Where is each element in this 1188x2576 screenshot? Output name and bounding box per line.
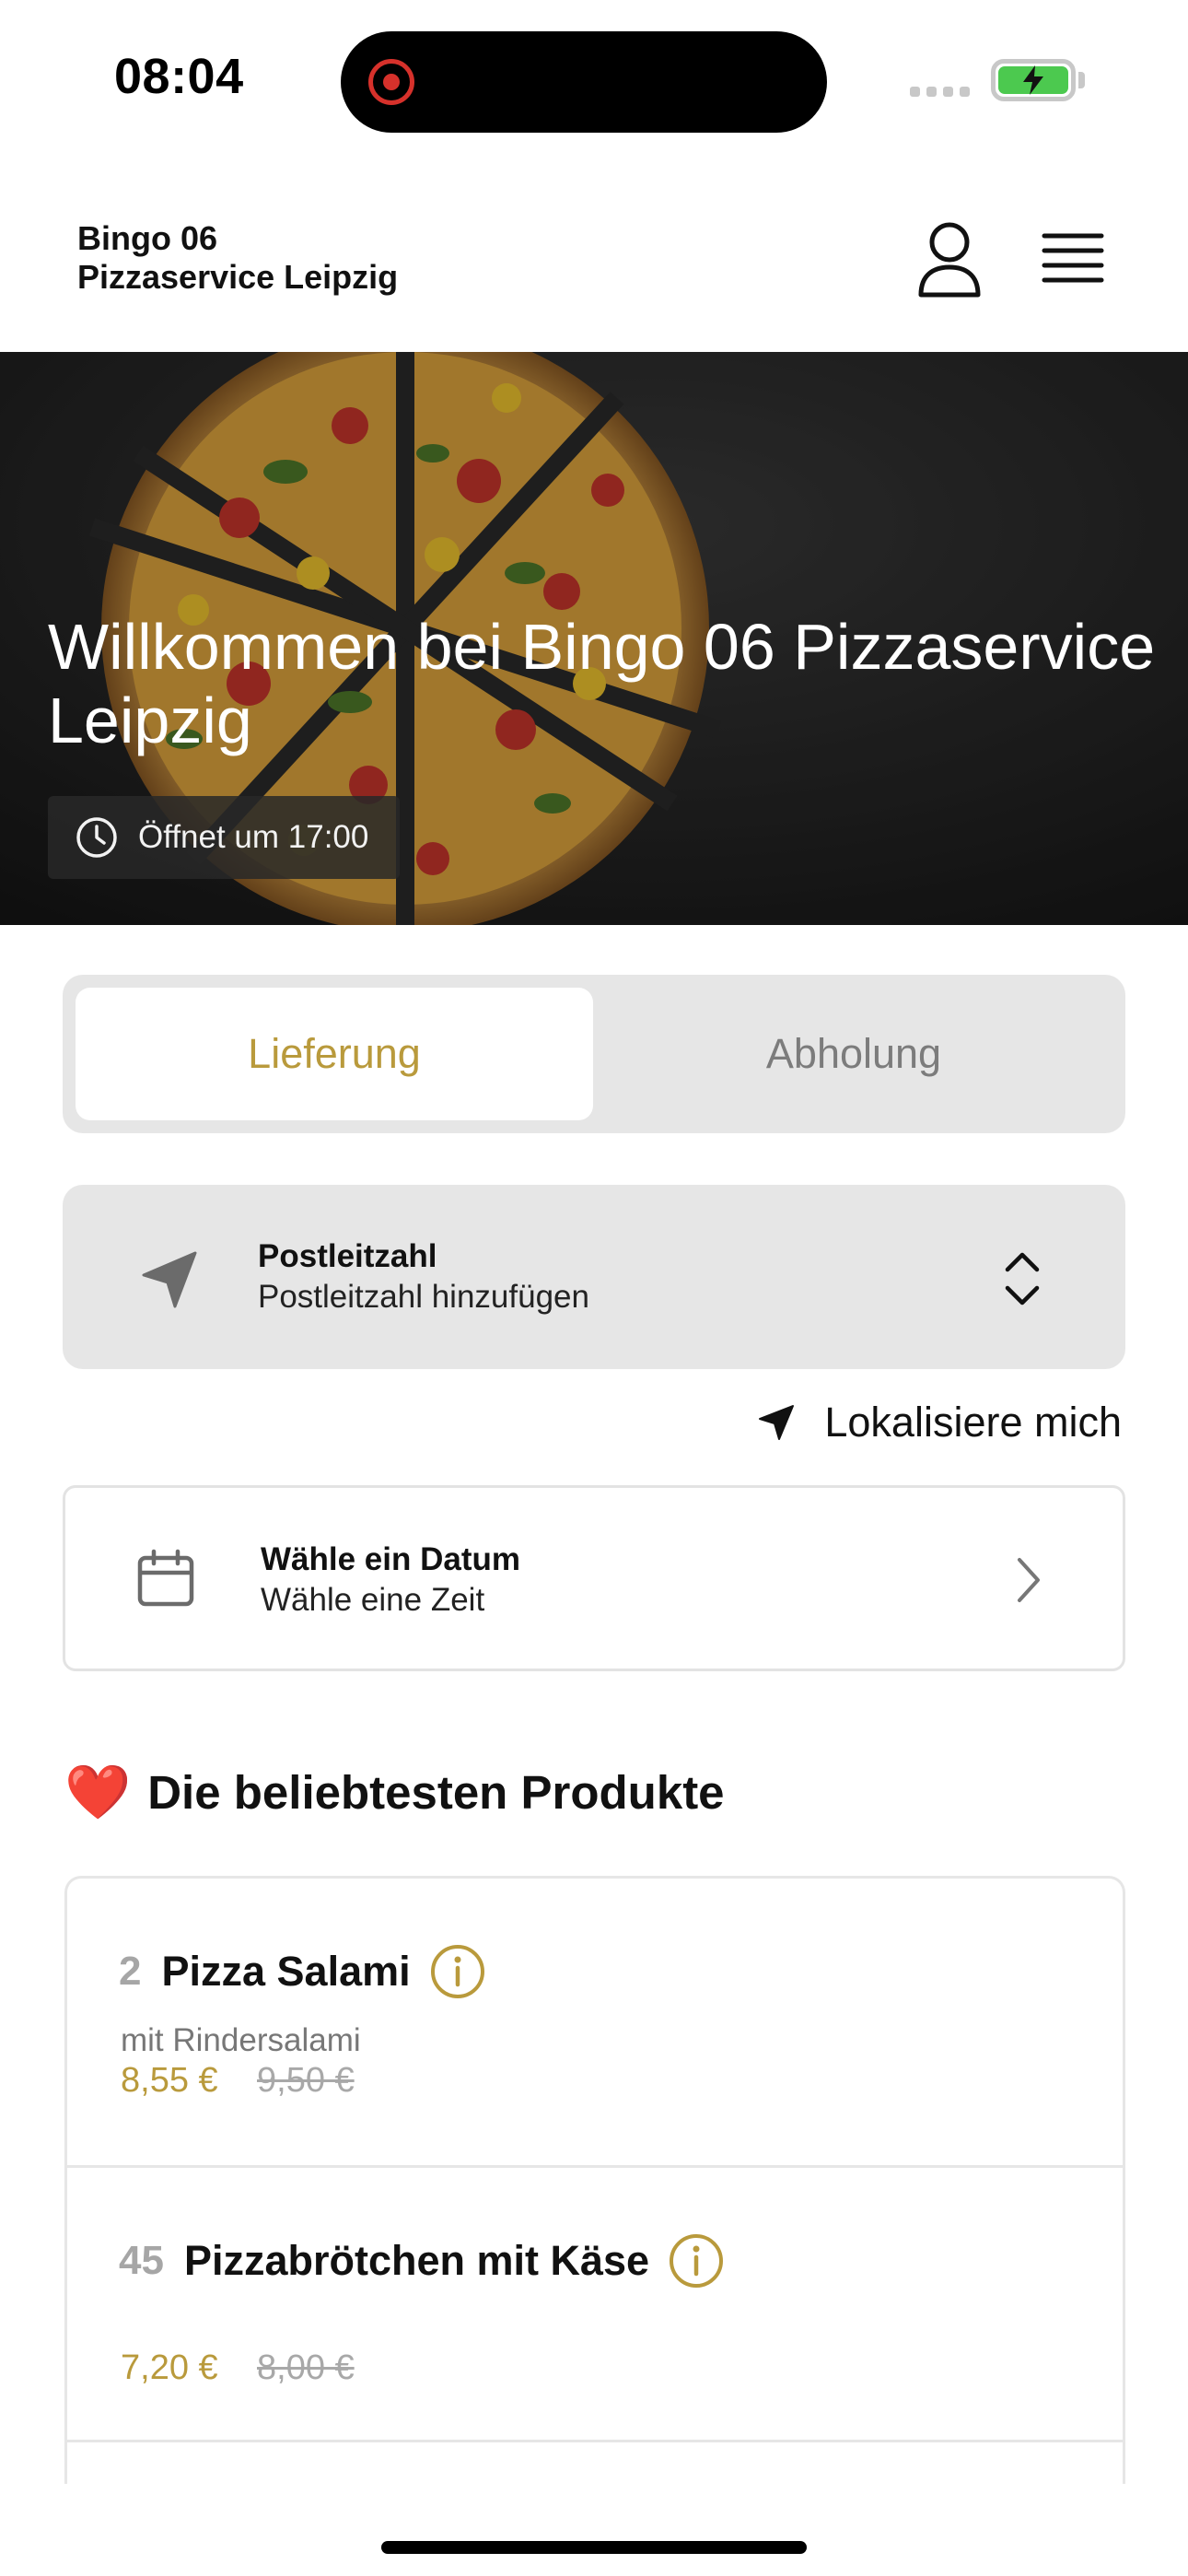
chevron-up-down-icon bbox=[1005, 1252, 1040, 1306]
heart-icon: ❤️ bbox=[64, 1762, 132, 1822]
product-item[interactable]: 2 Pizza Salami mit Rindersalami 8,55 € 9… bbox=[67, 1879, 1123, 2168]
popular-products-heading: ❤️ Die beliebtesten Produkte bbox=[64, 1765, 725, 1820]
battery-cap bbox=[1078, 72, 1085, 88]
tab-delivery[interactable]: Lieferung bbox=[76, 988, 593, 1120]
account-button[interactable] bbox=[912, 217, 987, 300]
person-icon bbox=[918, 222, 981, 298]
home-indicator[interactable] bbox=[381, 2541, 807, 2554]
opening-hours-badge: Öffnet um 17:00 bbox=[48, 796, 401, 879]
brand-line-1: Bingo 06 bbox=[77, 219, 218, 257]
product-old-price: 8,00 € bbox=[257, 2348, 355, 2387]
brand-name[interactable]: Bingo 06 Pizzaservice Leipzig bbox=[77, 219, 398, 297]
chevron-right-icon bbox=[1018, 1558, 1040, 1602]
info-icon[interactable] bbox=[668, 2232, 725, 2289]
postcode-field[interactable]: Postleitzahl hinzufügen bbox=[258, 1279, 589, 1316]
product-description: mit Rindersalami bbox=[121, 2022, 361, 2058]
calendar-icon bbox=[137, 1549, 194, 1607]
product-item[interactable]: 45 Pizzabrötchen mit Käse 7,20 € 8,00 € bbox=[67, 2168, 1123, 2442]
battery-icon bbox=[991, 59, 1076, 101]
menu-button[interactable] bbox=[1041, 227, 1105, 291]
brand-line-2: Pizzaservice Leipzig bbox=[77, 258, 399, 296]
order-mode-toggle: Lieferung Abholung bbox=[63, 975, 1125, 1133]
tab-pickup[interactable]: Abholung bbox=[595, 988, 1112, 1120]
opening-hours-text: Öffnet um 17:00 bbox=[138, 819, 369, 855]
hamburger-menu-icon bbox=[1042, 233, 1104, 283]
product-old-price: 9,50 € bbox=[257, 2061, 355, 2100]
hero-banner: Willkommen bei Bingo 06 Pizzaservice Lei… bbox=[0, 352, 1188, 925]
date-time-selector[interactable]: Wähle ein Datum Wähle eine Zeit bbox=[63, 1485, 1125, 1671]
product-list: 2 Pizza Salami mit Rindersalami 8,55 € 9… bbox=[64, 1876, 1125, 2484]
product-price: 7,20 € bbox=[121, 2348, 218, 2387]
postcode-selector[interactable]: Postleitzahl Postleitzahl hinzufügen bbox=[63, 1185, 1125, 1369]
hero-title: Willkommen bei Bingo 06 Pizzaservice Lei… bbox=[48, 611, 1156, 756]
product-number: 45 bbox=[119, 2238, 164, 2283]
time-label: Wähle eine Zeit bbox=[261, 1582, 485, 1618]
locate-me-label: Lokalisiere mich bbox=[824, 1399, 1122, 1446]
date-label: Wähle ein Datum bbox=[261, 1541, 520, 1577]
product-number: 2 bbox=[119, 1949, 142, 1994]
clock-icon bbox=[76, 817, 117, 858]
product-price: 8,55 € bbox=[121, 2061, 218, 2100]
status-bar: 08:04 bbox=[0, 0, 1188, 166]
info-icon[interactable] bbox=[429, 1943, 486, 2000]
signal-icon bbox=[910, 87, 970, 97]
status-time: 08:04 bbox=[114, 49, 244, 104]
postcode-label: Postleitzahl bbox=[258, 1238, 437, 1274]
location-arrow-icon bbox=[142, 1251, 197, 1308]
dynamic-island bbox=[341, 31, 827, 133]
popular-products-title: Die beliebtesten Produkte bbox=[147, 1766, 725, 1819]
locate-me-button[interactable]: Lokalisiere mich bbox=[756, 1399, 1122, 1446]
charging-bolt-icon bbox=[1023, 65, 1043, 95]
recording-indicator-icon bbox=[368, 59, 414, 105]
product-name: Pizza Salami bbox=[161, 1948, 411, 1995]
app-header: Bingo 06 Pizzaservice Leipzig bbox=[0, 166, 1188, 352]
location-arrow-icon bbox=[759, 1405, 795, 1440]
product-name: Pizzabrötchen mit Käse bbox=[183, 2237, 650, 2284]
